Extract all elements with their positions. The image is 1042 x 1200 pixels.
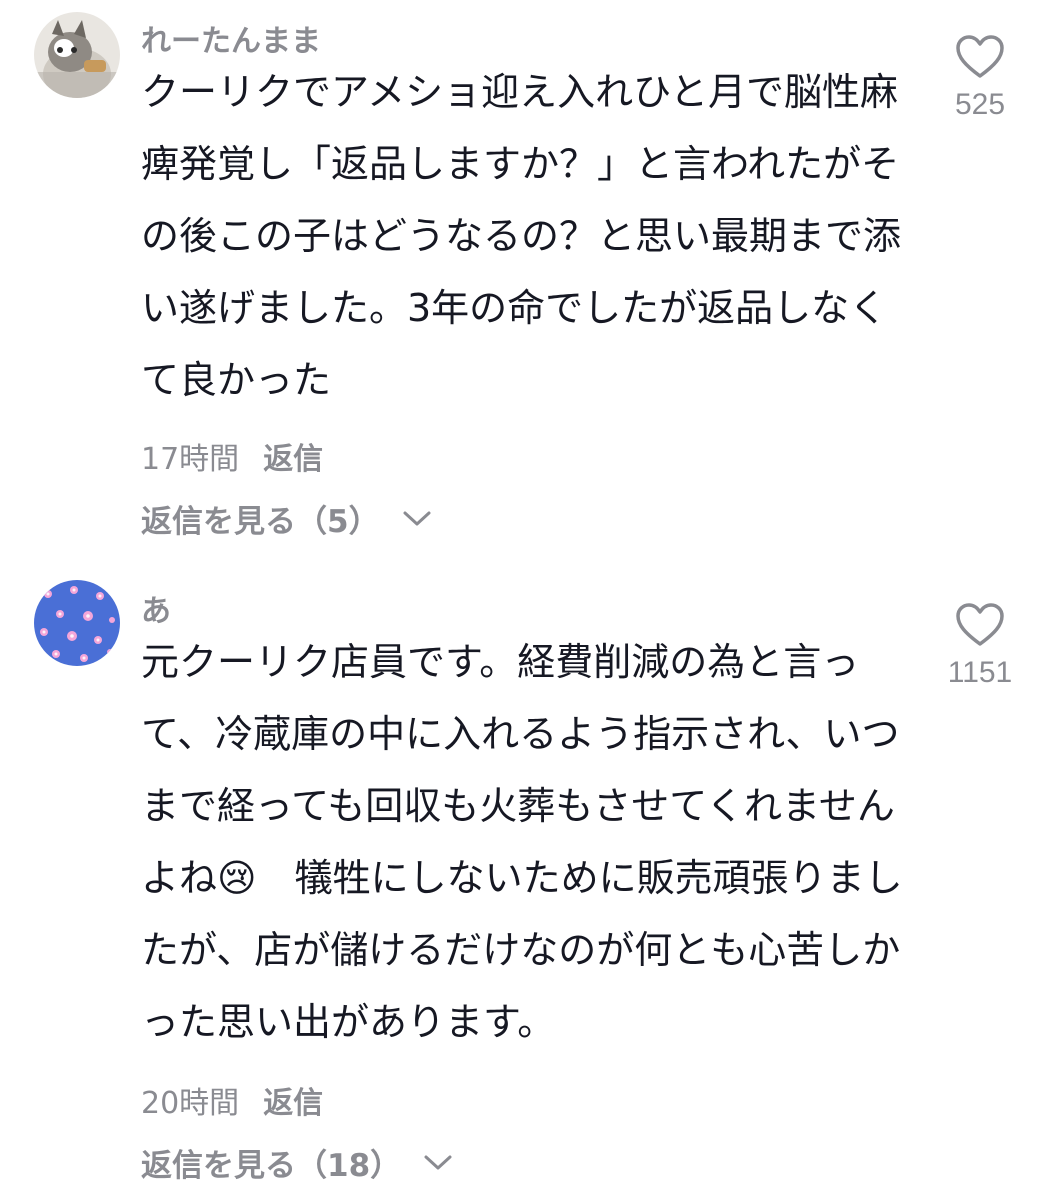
chevron-down-icon — [403, 511, 431, 525]
like-count: 1151 — [947, 656, 1013, 689]
comment-time: 20時間 — [141, 1086, 240, 1121]
comment-meta: 20時間 返信 — [141, 1078, 323, 1122]
chevron-down-icon — [424, 1155, 452, 1169]
view-replies-button[interactable]: 返信を見る（18） — [141, 1140, 453, 1185]
view-replies-label: 返信を見る（5） — [141, 504, 380, 540]
comment-time: 17時間 — [141, 442, 240, 477]
view-replies-label: 返信を見る（18） — [141, 1148, 402, 1184]
comment-text: クーリクでアメショ迎え入れひと月で脳性麻痺発覚し「返品しますか？」と言われたがそ… — [141, 70, 902, 402]
username[interactable]: れーたんまま — [141, 16, 321, 60]
reply-button[interactable]: 返信 — [263, 442, 323, 477]
cat-photo-avatar-icon — [34, 12, 120, 98]
comment-text: 元クーリク店員です。経費削減の為と言って、冷蔵庫の中に入れるよう指示され、いつま… — [141, 626, 911, 1058]
heart-outline-icon — [956, 35, 1004, 78]
reply-button[interactable]: 返信 — [263, 1086, 323, 1121]
like-button[interactable]: 1151 — [940, 602, 1020, 690]
username[interactable]: あ — [141, 586, 171, 630]
avatar[interactable] — [34, 12, 120, 98]
avatar[interactable] — [34, 580, 120, 666]
view-replies-button[interactable]: 返信を見る（5） — [141, 496, 432, 541]
crying-face-emoji: 😢 — [217, 856, 257, 900]
comment-meta: 17時間 返信 — [141, 434, 323, 478]
like-button[interactable]: 525 — [940, 34, 1020, 122]
flower-pattern-avatar-icon — [34, 580, 120, 666]
heart-outline-icon — [956, 603, 1004, 646]
like-count: 525 — [954, 88, 1006, 121]
